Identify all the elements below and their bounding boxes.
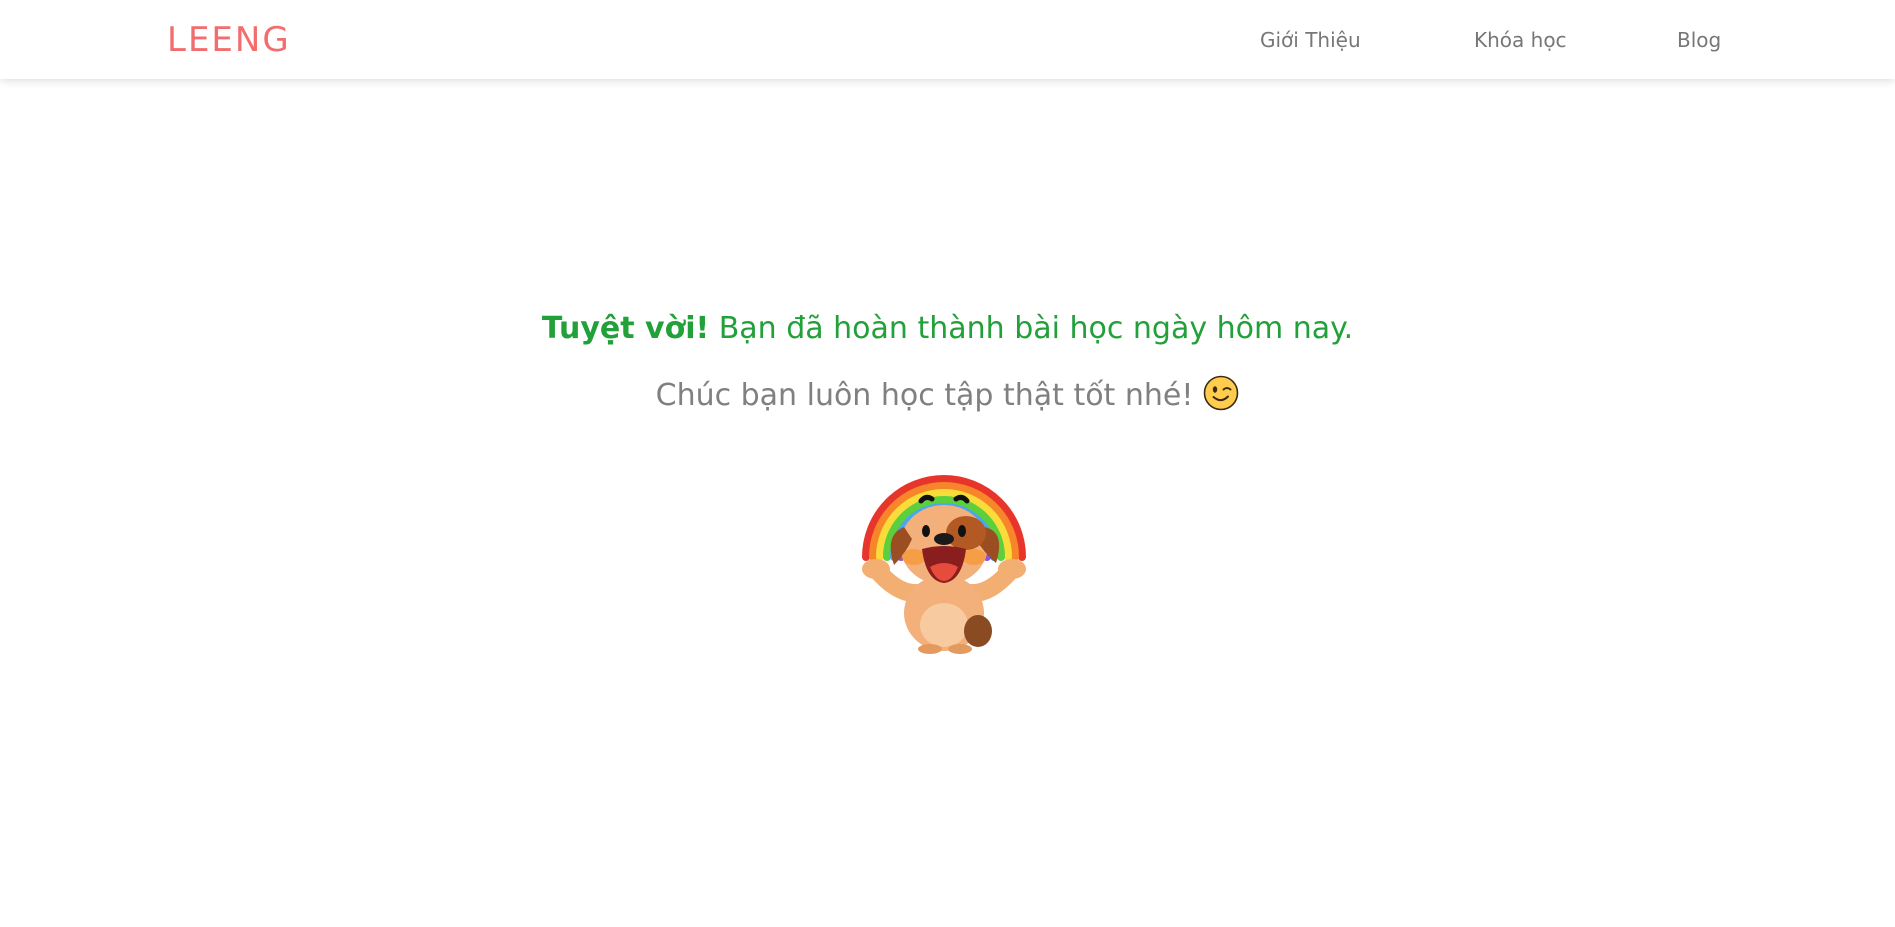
brand-logo[interactable]: LEENG (167, 18, 291, 62)
nav-link-gioi-thieu[interactable]: Giới Thiệu (1260, 26, 1361, 54)
encouragement-message: Chúc bạn luôn học tập thật tốt nhé! (0, 375, 1895, 416)
encouragement-text: Chúc bạn luôn học tập thật tốt nhé! (655, 378, 1194, 413)
winking-face-icon (1204, 375, 1239, 411)
completion-message: Tuyệt vời! Bạn đã hoàn thành bài học ngà… (0, 309, 1895, 349)
completion-message-bold: Tuyệt vời! (541, 311, 710, 346)
nav-link-blog[interactable]: Blog (1677, 26, 1721, 54)
completion-message-text: Bạn đã hoàn thành bài học ngày hôm nay. (709, 311, 1354, 346)
top-navbar: LEENG Giới Thiệu Khóa học Blog (0, 0, 1895, 79)
puppy-rainbow-sticker (862, 475, 1026, 654)
nav-link-khoa-hoc[interactable]: Khóa học (1474, 26, 1567, 54)
lesson-complete-panel: Tuyệt vời! Bạn đã hoàn thành bài học ngà… (0, 79, 1895, 927)
